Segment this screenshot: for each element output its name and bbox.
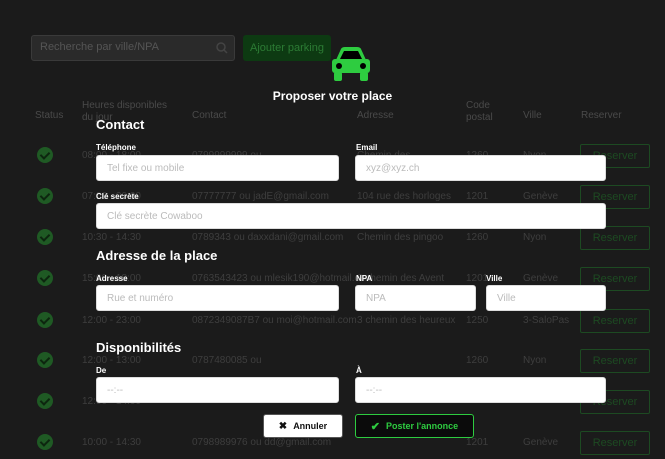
check-circle-icon: [37, 147, 53, 163]
row-contact: 07777777 ou jadE@gmail.com: [192, 191, 329, 202]
modal-title: Proposer votre place: [272, 89, 393, 103]
row-postal: 1250: [466, 315, 489, 326]
row-hours: 10:30 - 14:30: [82, 232, 141, 243]
reserve-button[interactable]: Reserver: [580, 309, 650, 333]
post-listing-button[interactable]: ✔ Poster l'annonce: [355, 414, 474, 438]
cancel-button[interactable]: ✖ Annuler: [263, 414, 343, 438]
check-circle-icon: [37, 270, 53, 286]
post-listing-button-label: Poster l'annonce: [386, 421, 459, 431]
row-contact: 0787480085 ou: [192, 355, 262, 366]
section-address-title: Adresse de la place: [96, 248, 218, 263]
to-label: À: [356, 366, 362, 375]
header-postal: Code postal: [466, 100, 493, 123]
row-address: 104 rue des horloges: [357, 191, 451, 202]
row-contact: 0789343 ou daxxdani@gmail.com: [192, 232, 344, 243]
header-status: Status: [35, 110, 64, 121]
row-hours: 10:00 - 14:30: [82, 437, 141, 448]
row-address: Chemin des pingoo: [357, 232, 444, 243]
row-postal: 1260: [466, 355, 489, 366]
section-contact-title: Contact: [96, 117, 145, 132]
city-input[interactable]: [486, 285, 606, 311]
to-time-input[interactable]: [355, 377, 606, 403]
street-label: Adresse: [96, 274, 128, 283]
secret-key-input[interactable]: [96, 203, 606, 229]
row-contact: 0872349087B7 ou moi@hotmail.com: [192, 315, 357, 326]
check-circle-icon: [37, 229, 53, 245]
section-availability-title: Disponibilités: [96, 340, 182, 355]
reserve-button[interactable]: Reserver: [580, 226, 650, 250]
street-input[interactable]: [96, 285, 339, 311]
email-input[interactable]: [355, 155, 606, 181]
header-address: Adresse: [357, 110, 394, 121]
check-circle-icon: [37, 312, 53, 328]
row-postal: 1201: [466, 273, 489, 284]
row-postal: 1201: [466, 191, 489, 202]
row-city: Nyon: [523, 355, 547, 366]
add-parking-button[interactable]: Ajouter parking: [243, 35, 331, 61]
car-icon: [332, 47, 370, 81]
check-circle-icon: [37, 188, 53, 204]
row-city: Genève: [523, 191, 559, 202]
phone-label: Téléphone: [96, 143, 137, 152]
checkmark-icon: ✔: [370, 420, 381, 433]
search-icon: [216, 42, 228, 54]
check-circle-icon: [37, 352, 53, 368]
from-label: De: [96, 366, 107, 375]
row-city: Genève: [523, 273, 559, 284]
row-contact: 0798989976 ou dd@gmail.com: [192, 437, 332, 448]
header-city: Ville: [523, 110, 542, 121]
from-time-input[interactable]: [96, 377, 339, 403]
row-city: Genève: [523, 437, 559, 448]
row-city: Nyon: [523, 232, 547, 243]
secret-key-label: Clé secrète: [96, 192, 139, 201]
row-postal: 1260: [466, 232, 489, 243]
cancel-button-label: Annuler: [293, 421, 328, 431]
row-hours: 12:00 - 13:00: [82, 355, 141, 366]
row-address: 3 chemin des heureux: [357, 315, 456, 326]
check-circle-icon: [37, 434, 53, 450]
close-icon: ✖: [278, 420, 288, 432]
header-reserve: Reserver: [581, 110, 622, 121]
check-circle-icon: [37, 393, 53, 409]
reserve-button[interactable]: Reserver: [580, 349, 650, 373]
email-label: Email: [356, 143, 378, 152]
reserve-button[interactable]: Reserver: [580, 431, 650, 455]
row-city: 3-SaloPas: [523, 315, 570, 326]
search-placeholder: Recherche par ville/NPA: [40, 41, 160, 53]
row-contact: 0763543423 ou mlesik190@hotmail.com: [192, 273, 374, 284]
header-contact: Contact: [192, 110, 227, 121]
npa-label: NPA: [356, 274, 373, 283]
row-hours: 12:00 - 23:00: [82, 315, 141, 326]
phone-input[interactable]: [96, 155, 339, 181]
row-postal: 1201: [466, 437, 489, 448]
city-label: Ville: [486, 274, 503, 283]
npa-input[interactable]: [355, 285, 476, 311]
